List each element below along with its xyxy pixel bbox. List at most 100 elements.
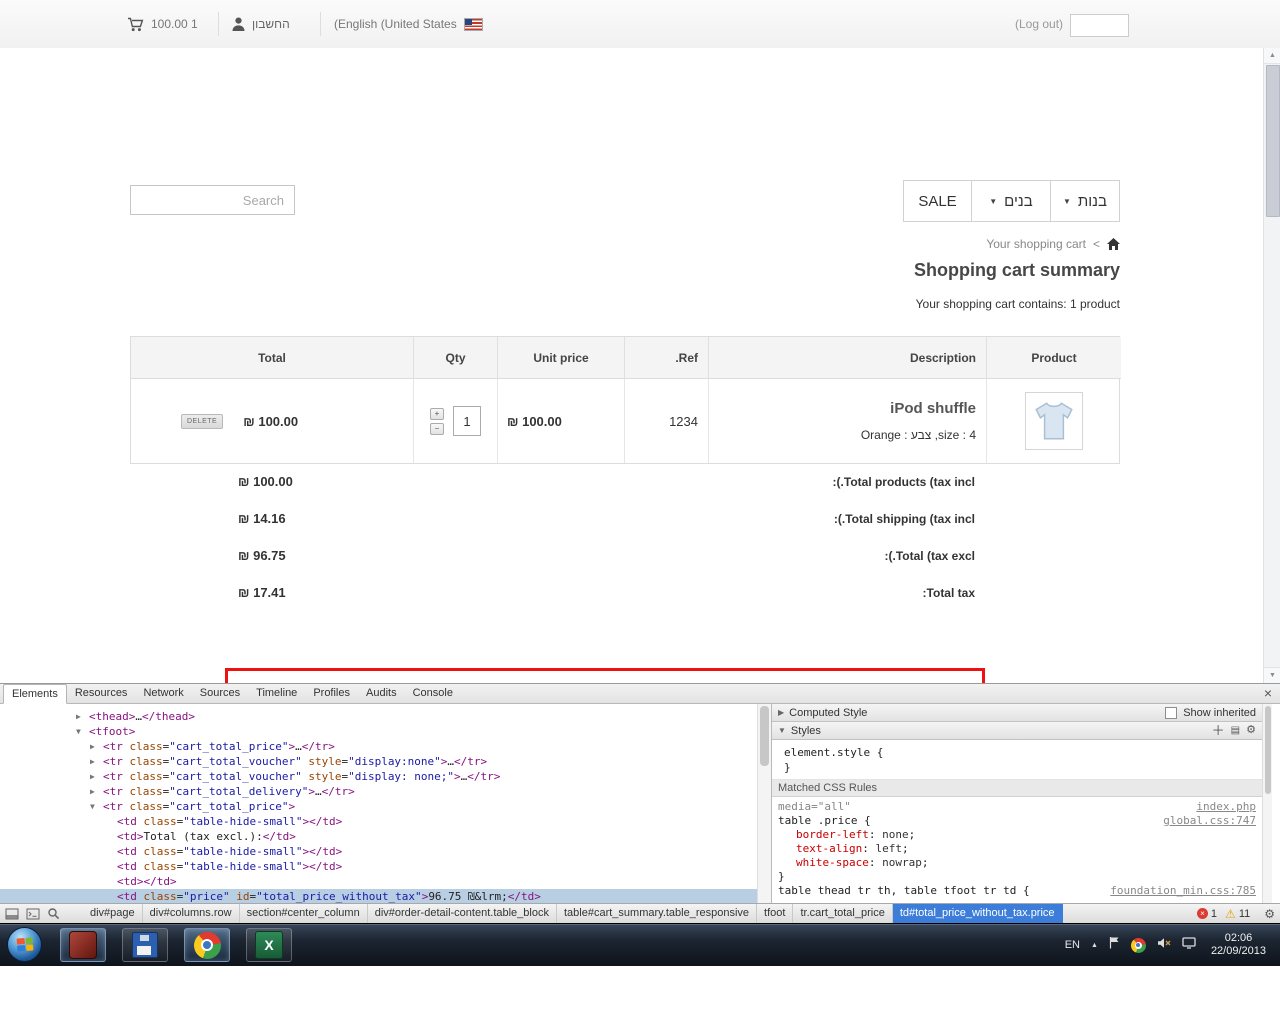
collapsed-arrow-icon[interactable]: ▶ (778, 708, 784, 717)
qty-input[interactable] (453, 406, 481, 436)
scroll-up-arrow-icon[interactable]: ▲ (1264, 48, 1280, 64)
dom-breadcrumb-item[interactable]: div#order-detail-content.table_block (368, 904, 557, 923)
css-rule-line: white-space: nowrap; (796, 856, 929, 869)
dom-tree-node[interactable]: <td class="table-hide-small"></td> (0, 844, 757, 859)
network-icon[interactable] (1182, 936, 1196, 954)
expanded-arrow-icon[interactable]: ▼ (76, 724, 89, 739)
topbar-input[interactable] (1070, 14, 1129, 37)
dom-breadcrumb-item[interactable]: div#columns.row (143, 904, 240, 923)
dom-breadcrumb-item[interactable]: div#page (83, 904, 143, 923)
collapsed-arrow-icon[interactable]: ▶ (90, 784, 103, 799)
qty-increase-button[interactable]: + (430, 407, 444, 420)
menu-item-2[interactable]: ▼ בנים (971, 181, 1050, 221)
menu-item-1[interactable]: SALE (903, 181, 971, 221)
volume-muted-icon[interactable] (1157, 936, 1171, 954)
qty-decrease-button[interactable]: − (430, 422, 444, 435)
scroll-down-arrow-icon[interactable]: ▼ (1264, 667, 1280, 683)
dom-tree-node[interactable]: <td class="table-hide-small"></td> (0, 859, 757, 874)
language-indicator[interactable]: EN (1065, 939, 1080, 951)
us-flag-icon (463, 17, 483, 31)
dom-tree-node[interactable]: <td>Total (tax excl.):</td> (0, 829, 757, 844)
computed-style-header[interactable]: ▶ Computed Style Show inherited (772, 704, 1262, 722)
styles-content: element.style { } Matched CSS Rules inde… (772, 740, 1262, 903)
element-state-icon[interactable]: ▤ (1231, 725, 1240, 736)
dom-tree-node[interactable]: ▶ <thead>…</thead> (0, 709, 757, 724)
collapsed-arrow-icon[interactable]: ▶ (90, 739, 103, 754)
devtools-tab-console[interactable]: Console (405, 684, 461, 703)
dom-breadcrumb-item[interactable]: tr.cart_total_price (793, 904, 893, 923)
scrollbar-thumb[interactable] (1266, 65, 1280, 217)
devtools-tab-network[interactable]: Network (135, 684, 191, 703)
dom-tree-node[interactable]: ▶ <tr class="cart_total_price">…</tr> (0, 739, 757, 754)
dom-breadcrumb-item[interactable]: section#center_column (240, 904, 368, 923)
new-style-rule-icon[interactable]: ＋ (1212, 724, 1225, 737)
dom-breadcrumb-item[interactable]: table#cart_summary.table_responsive (557, 904, 758, 923)
gear-icon[interactable]: ⚙ (1246, 725, 1256, 736)
taskbar-excel[interactable]: X (246, 928, 292, 962)
collapsed-arrow-icon[interactable]: ▶ (90, 769, 103, 784)
dom-node-code: <td class="table-hide-small"></td> (117, 860, 343, 873)
dom-tree-node[interactable]: ▼ <tr class="cart_total_price"> (0, 799, 757, 814)
product-name-link[interactable]: iPod shuffle (890, 400, 976, 417)
logout-link[interactable]: (Log out) (1015, 0, 1063, 48)
page-scrollbar[interactable]: ▲ ▼ (1263, 48, 1280, 683)
devtools-tab-sources[interactable]: Sources (192, 684, 248, 703)
close-icon[interactable] (1264, 685, 1272, 701)
stylesheet-link[interactable]: foundation_min.css:785 (1110, 884, 1256, 898)
dom-tree-node[interactable]: ▶ <tr class="cart_total_voucher" style="d… (0, 769, 757, 784)
devtools-tab-timeline[interactable]: Timeline (248, 684, 305, 703)
dom-scrollbar[interactable] (757, 704, 771, 903)
console-toggle-icon[interactable] (26, 908, 40, 920)
dom-tree-node[interactable]: <td class="price" id="total_price_withou… (0, 889, 757, 903)
styles-scrollbar[interactable] (1262, 704, 1272, 903)
clock[interactable]: 02:06 22/09/2013 (1207, 932, 1270, 958)
scroll-thumb[interactable] (1265, 706, 1271, 794)
collapsed-arrow-icon[interactable]: ▶ (76, 709, 89, 724)
stylesheet-link[interactable]: global.css:747 (1163, 814, 1256, 828)
devtools-tab-audits[interactable]: Audits (358, 684, 405, 703)
dom-tree-node[interactable]: <td></td> (0, 874, 757, 889)
delete-button[interactable]: DELETE (181, 413, 224, 429)
error-counter[interactable]: 1 (1196, 908, 1217, 920)
settings-gear-icon[interactable] (1264, 907, 1275, 921)
collapsed-arrow-icon[interactable]: ▶ (90, 754, 103, 769)
dom-breadcrumb-item[interactable]: td#total_price_without_tax.price (892, 904, 1063, 923)
styles-header[interactable]: ▼ Styles ＋ ▤ ⚙ (772, 722, 1262, 740)
cart-link[interactable]: 100.00 1 (127, 0, 198, 48)
breadcrumb-current[interactable]: Your shopping cart (986, 237, 1086, 251)
expanded-arrow-icon[interactable]: ▼ (778, 726, 786, 735)
save-app-icon (132, 932, 158, 958)
devtools-tab-elements[interactable]: Elements (3, 684, 67, 704)
dom-tree-node[interactable]: <td class="table-hide-small"></td> (0, 814, 757, 829)
app-icon (69, 931, 97, 959)
scroll-thumb[interactable] (760, 706, 769, 766)
dom-tree-node[interactable]: ▼ <tfoot> (0, 724, 757, 739)
tray-expand-icon[interactable]: ▲ (1091, 942, 1098, 949)
product-image[interactable] (1025, 392, 1083, 450)
taskbar-app-1[interactable] (60, 928, 106, 962)
menu-item-3[interactable]: ▼ בנות (1050, 181, 1120, 221)
stylesheet-link[interactable]: index.php (1196, 800, 1256, 814)
devtools-tab-resources[interactable]: Resources (67, 684, 136, 703)
show-inherited-checkbox[interactable] (1165, 706, 1178, 719)
dom-breadcrumb-item[interactable]: tfoot (757, 904, 794, 923)
expanded-arrow-icon[interactable]: ▼ (90, 799, 103, 814)
language-selector[interactable]: (English (United States (334, 0, 483, 48)
search-input[interactable] (130, 185, 295, 215)
dom-tree-node[interactable]: ▶ <tr class="cart_total_voucher" style="d… (0, 754, 757, 769)
search-icon[interactable] (47, 907, 60, 920)
dom-tree-node[interactable]: ▶ <tr class="cart_total_delivery">…</tr> (0, 784, 757, 799)
warning-counter[interactable]: 11 (1225, 908, 1250, 920)
account-link[interactable]: החשבון (232, 0, 290, 48)
home-icon[interactable] (1107, 237, 1120, 251)
warning-icon (1225, 908, 1236, 920)
chrome-tray-icon[interactable] (1130, 937, 1146, 953)
devtools-tabs: Elements Resources Network Sources Timeline P… (3, 684, 461, 704)
taskbar-chrome[interactable] (184, 928, 230, 962)
column-header: Product (986, 337, 1121, 379)
devtools-tab-profiles[interactable]: Profiles (305, 684, 358, 703)
taskbar-app-2[interactable] (122, 928, 168, 962)
dock-icon[interactable] (5, 908, 19, 920)
start-button[interactable] (7, 927, 42, 962)
action-center-flag-icon[interactable] (1109, 936, 1120, 954)
